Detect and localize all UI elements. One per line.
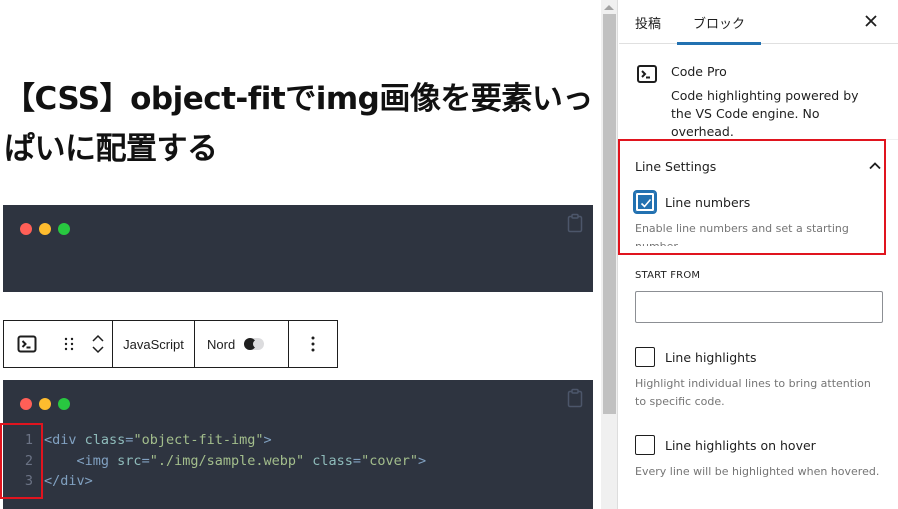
code-token-tag: <img	[76, 452, 110, 469]
more-options-button[interactable]	[289, 321, 337, 367]
chevron-down-icon[interactable]	[91, 345, 105, 355]
line-highlights-help: Highlight individual lines to bring atte…	[635, 377, 871, 408]
code-token-str: "cover"	[361, 452, 418, 469]
scroll-up-arrow-icon[interactable]	[604, 5, 614, 10]
code-line: 3 </div>	[3, 471, 426, 492]
annotation-highlight-line-numbers	[0, 423, 43, 499]
more-vertical-icon	[311, 336, 315, 352]
clipboard-icon[interactable]	[567, 388, 583, 408]
language-button[interactable]: JavaScript	[113, 321, 195, 367]
toggle-icon[interactable]	[244, 338, 265, 350]
tab-block-label: ブロック	[693, 16, 746, 32]
start-from-field: START FROM	[635, 270, 883, 323]
line-highlights-hover-option: Line highlights on hover	[635, 435, 882, 455]
start-from-label: START FROM	[635, 270, 701, 281]
red-dot-icon	[20, 398, 32, 410]
line-highlights-hover-checkbox[interactable]	[635, 435, 655, 455]
close-sidebar-button[interactable]	[862, 12, 880, 30]
window-dots	[20, 398, 70, 410]
yellow-dot-icon	[39, 223, 51, 235]
scrollbar[interactable]	[601, 0, 618, 509]
annotation-highlight-line-settings	[618, 139, 886, 255]
code-content[interactable]: 1 <div class="object-fit-img"> 2 <img src=…	[3, 430, 426, 492]
code-token-tag: >	[263, 432, 272, 448]
post-title[interactable]: 【CSS】object-fitでimg画像を要素いっぱいに配置する	[4, 74, 594, 174]
line-highlights-option: Line highlights	[635, 347, 882, 367]
tab-post[interactable]: 投稿	[619, 0, 677, 44]
line-highlights-label: Line highlights	[665, 349, 757, 365]
block-card: Code Pro Code highlighting powered by th…	[619, 44, 898, 140]
code-block[interactable]	[3, 205, 593, 292]
clipboard-icon[interactable]	[567, 213, 583, 233]
terminal-icon	[17, 335, 37, 353]
chevron-up-icon[interactable]	[91, 333, 105, 343]
start-from-input[interactable]	[635, 291, 883, 323]
block-movers	[88, 333, 108, 355]
code-token-tag: >	[417, 452, 427, 469]
block-title: Code Pro	[671, 64, 727, 79]
block-toolbar: JavaScript Nord	[3, 320, 338, 368]
sidebar-tabs: 投稿 ブロック	[619, 0, 898, 45]
drag-handle-button[interactable]	[38, 333, 80, 355]
line-highlights-checkbox[interactable]	[635, 347, 655, 367]
code-block-selected[interactable]: 1 <div class="object-fit-img"> 2 <img src=…	[3, 380, 593, 509]
green-dot-icon	[58, 398, 70, 410]
theme-label: Nord	[207, 336, 236, 352]
code-text: <div class="object-fit-img">	[33, 430, 272, 451]
close-icon	[865, 15, 877, 27]
terminal-icon	[637, 65, 657, 83]
code-token-attr: src	[117, 452, 142, 469]
code-token-attr: class	[84, 432, 126, 448]
tab-block[interactable]: ブロック	[677, 0, 761, 45]
editor-canvas: 【CSS】object-fitでimg画像を要素いっぱいに配置する JavaSc…	[0, 0, 600, 509]
code-token-tag: <div	[44, 432, 77, 448]
code-token-eq: =	[141, 452, 150, 469]
theme-button[interactable]: Nord	[195, 321, 289, 367]
window-dots	[20, 223, 70, 235]
block-controls	[4, 321, 113, 367]
code-token-str: "object-fit-img"	[133, 432, 264, 448]
red-dot-icon	[20, 223, 32, 235]
line-highlights-hover-label: Line highlights on hover	[665, 437, 816, 453]
block-type-button[interactable]	[16, 333, 38, 355]
code-token-tag: </div>	[44, 473, 93, 489]
code-token-eq: =	[352, 452, 362, 469]
yellow-dot-icon	[39, 398, 51, 410]
code-token-attr: class	[312, 452, 353, 469]
block-description: Code highlighting powered by the VS Code…	[671, 88, 859, 139]
code-token-str: "./img/sample.webp"	[149, 452, 305, 469]
tab-post-label: 投稿	[635, 16, 662, 32]
line-highlights-hover-help: Every line will be highlighted when hove…	[635, 465, 880, 478]
green-dot-icon	[58, 223, 70, 235]
code-text: <img src="./img/sample.webp" class="cove…	[33, 451, 427, 472]
drag-handle-icon	[64, 337, 74, 351]
code-line: 1 <div class="object-fit-img">	[3, 430, 426, 451]
scrollbar-thumb[interactable]	[603, 14, 616, 414]
code-line: 2 <img src="./img/sample.webp" class="co…	[3, 451, 426, 472]
language-label: JavaScript	[123, 336, 184, 352]
